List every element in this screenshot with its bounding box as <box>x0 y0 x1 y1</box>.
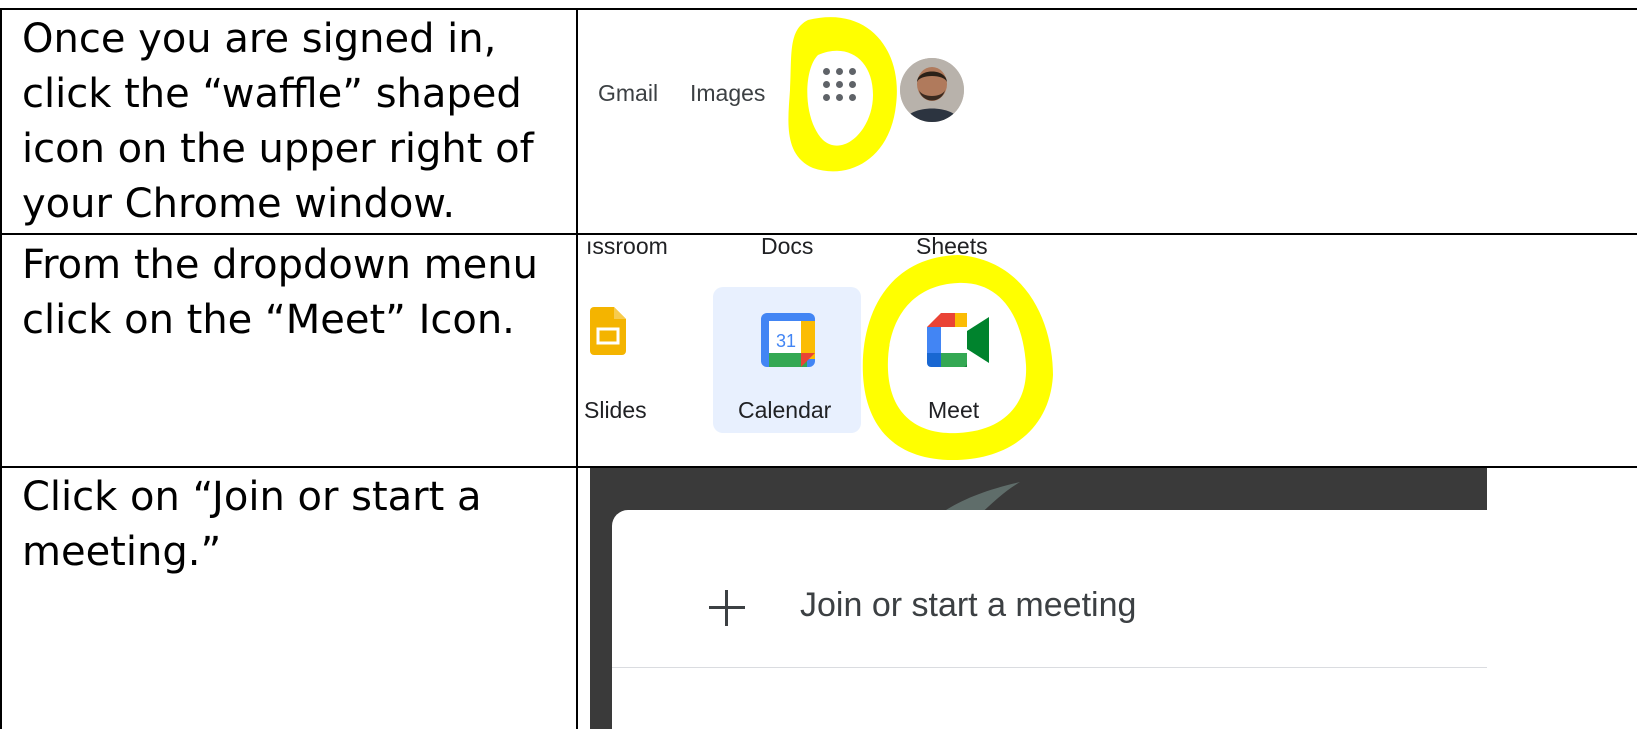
slides-icon[interactable] <box>590 307 626 355</box>
table-border-left <box>0 8 2 729</box>
meet-label: Meet <box>928 397 980 423</box>
calendar-badge: 31 <box>776 331 796 351</box>
classroom-label: ıssroom <box>586 235 668 259</box>
meet-join-screenshot: Join or start a meeting <box>590 468 1487 729</box>
docs-label: Docs <box>761 235 814 259</box>
plus-icon[interactable] <box>702 582 752 632</box>
apps-waffle-icon[interactable] <box>823 68 859 104</box>
step-2-text: From the dropdown menu click on the “Mee… <box>22 242 538 343</box>
google-header-screenshot: Gmail Images <box>578 10 1637 233</box>
account-avatar[interactable] <box>900 58 964 122</box>
images-link[interactable]: Images <box>690 80 765 107</box>
meet-action-card: Join or start a meeting <box>612 510 1487 729</box>
slides-label: Slides <box>584 397 647 423</box>
calendar-label: Calendar <box>738 397 832 423</box>
step-1-text: Once you are signed in, click the “waffl… <box>22 16 534 227</box>
meet-icon[interactable] <box>927 313 991 367</box>
meet-illustration-fragment <box>940 482 1020 514</box>
card-divider <box>612 667 1487 668</box>
gmail-link[interactable]: Gmail <box>598 80 658 107</box>
apps-menu-screenshot: ıssroom Docs Sheets Slides 31 Calendar M… <box>578 235 1058 466</box>
step-3-text: Click on “Join or start a meeting.” <box>22 474 482 575</box>
instruction-table: Once you are signed in, click the “waffl… <box>0 0 1637 729</box>
calendar-icon[interactable]: 31 <box>761 313 815 367</box>
join-meeting-button[interactable]: Join or start a meeting <box>800 586 1136 625</box>
